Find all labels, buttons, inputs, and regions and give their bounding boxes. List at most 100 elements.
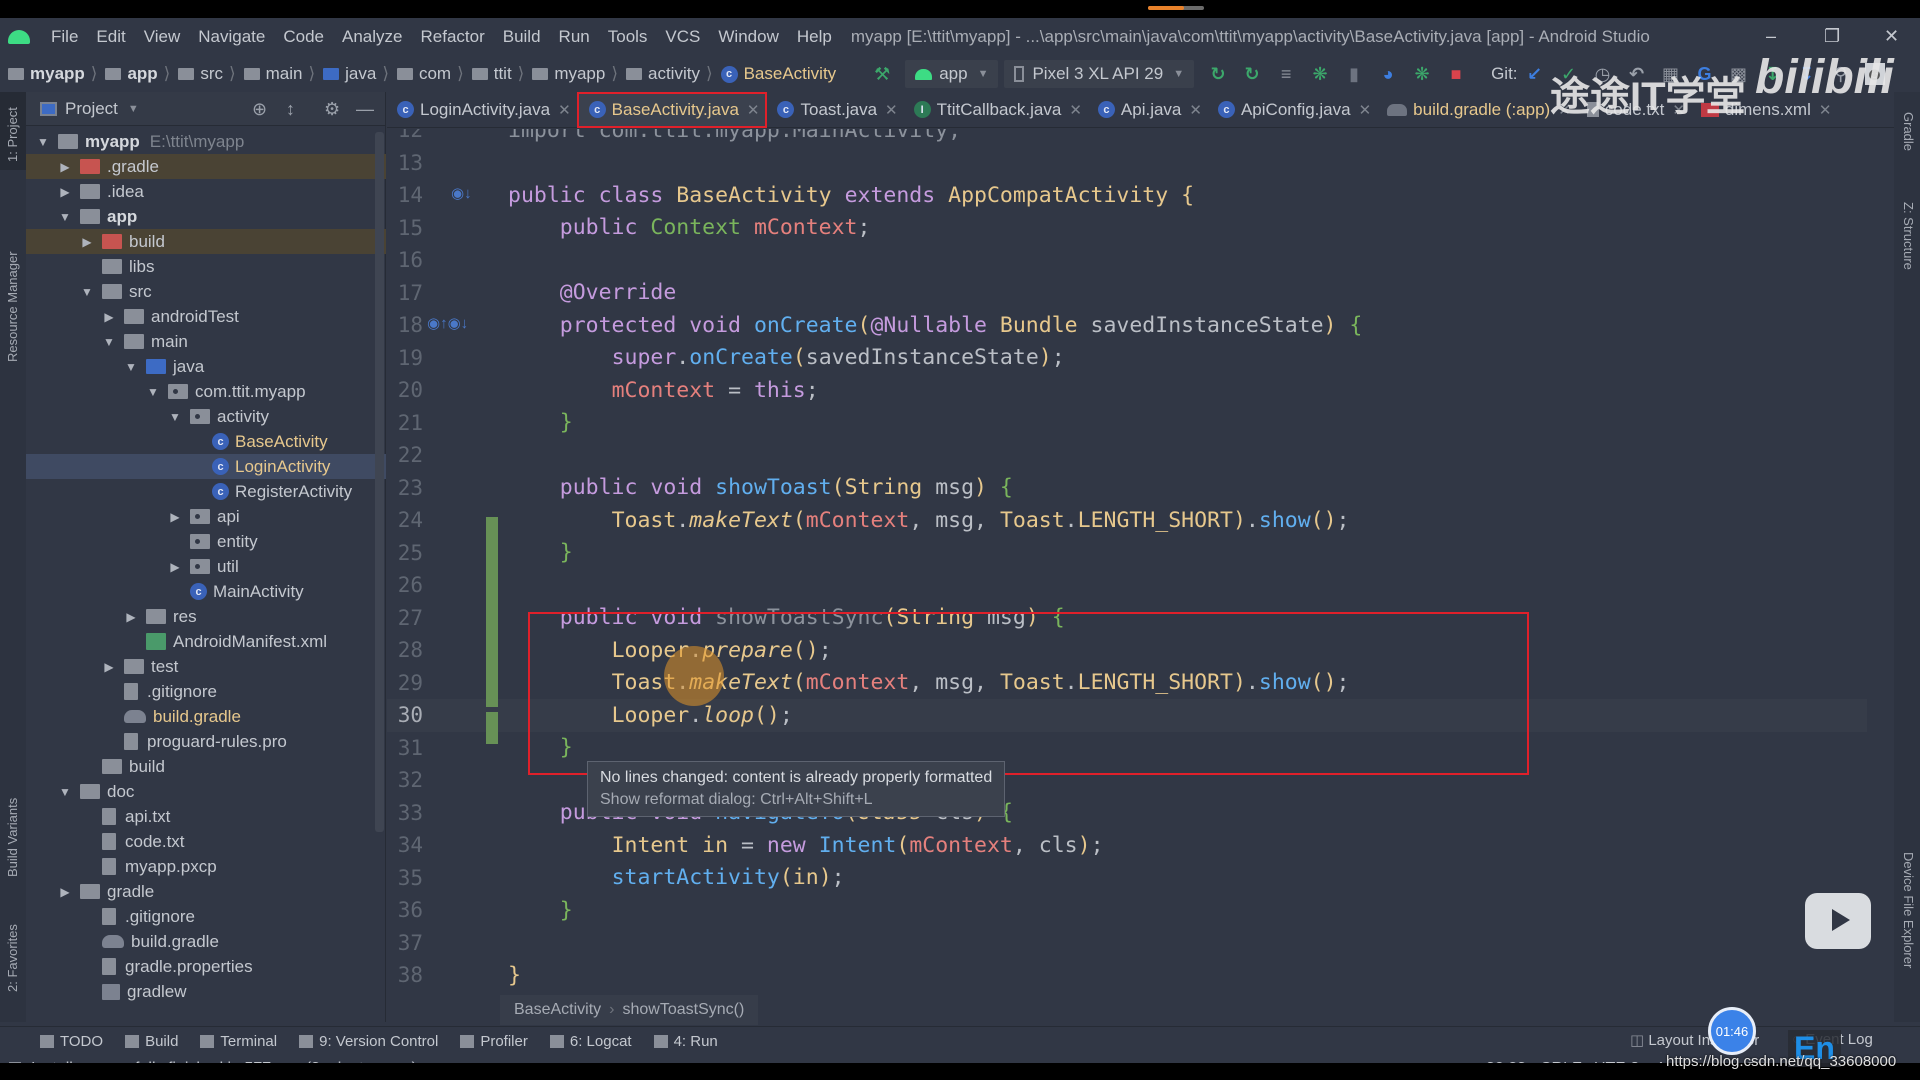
- code-line[interactable]: 24 Toast.makeText(mContext, msg, Toast.L…: [387, 504, 1867, 537]
- git-update-icon[interactable]: ↙: [1525, 64, 1545, 84]
- line-number[interactable]: 30: [387, 703, 423, 727]
- menu-analyze[interactable]: Analyze: [333, 27, 411, 47]
- editor-tab[interactable]: c Api.java ✕: [1088, 92, 1208, 128]
- tool-window-build[interactable]: Build: [125, 1033, 178, 1050]
- project-tool-label[interactable]: 1: Project: [5, 107, 20, 162]
- menu-build[interactable]: Build: [494, 27, 550, 47]
- line-number[interactable]: 15: [387, 216, 423, 240]
- tree-item[interactable]: c RegisterActivity: [26, 479, 386, 504]
- tree-item[interactable]: ▶ .idea: [26, 179, 386, 204]
- line-number[interactable]: 13: [387, 151, 423, 175]
- line-number[interactable]: 18: [387, 313, 423, 337]
- project-scrollbar[interactable]: [375, 132, 384, 832]
- code-editor[interactable]: 12 import com.ttit.myapp.MainActivity; 13 1…: [387, 129, 1867, 999]
- expand-arrow-icon[interactable]: ▶: [168, 510, 182, 524]
- tree-item[interactable]: ▶ api: [26, 504, 386, 529]
- tree-item[interactable]: ▶ build: [26, 229, 386, 254]
- expand-arrow-icon[interactable]: ▶: [58, 885, 72, 899]
- code-line[interactable]: 37: [387, 927, 1867, 960]
- menu-navigate[interactable]: Navigate: [189, 27, 274, 47]
- tree-item[interactable]: ▼ main: [26, 329, 386, 354]
- hide-panel-icon[interactable]: —: [356, 99, 374, 120]
- close-tab-icon[interactable]: ✕: [885, 101, 898, 119]
- line-number[interactable]: 28: [387, 638, 423, 662]
- tree-item[interactable]: build.gradle: [26, 929, 386, 954]
- line-number[interactable]: 25: [387, 541, 423, 565]
- expand-arrow-icon[interactable]: ▼: [58, 785, 72, 799]
- editor-tab[interactable]: c LoginActivity.java ✕: [387, 92, 577, 128]
- close-tab-icon[interactable]: ✕: [1189, 101, 1202, 119]
- tree-item[interactable]: ▶ gradle: [26, 879, 386, 904]
- line-number[interactable]: 26: [387, 573, 423, 597]
- line-number[interactable]: 29: [387, 671, 423, 695]
- expand-arrow-icon[interactable]: ▼: [168, 410, 182, 424]
- code-line[interactable]: 38}: [387, 959, 1867, 992]
- line-number[interactable]: 33: [387, 801, 423, 825]
- make-project-hammer-icon[interactable]: ⚒: [872, 64, 892, 84]
- code-line[interactable]: 30 Looper.loop();: [387, 699, 1867, 732]
- expand-arrow-icon[interactable]: ▼: [102, 335, 116, 349]
- line-number[interactable]: 22: [387, 443, 423, 467]
- line-number[interactable]: 14: [387, 183, 423, 207]
- tree-item[interactable]: ▶ .gradle: [26, 154, 386, 179]
- code-line[interactable]: 16: [387, 244, 1867, 277]
- expand-arrow-icon[interactable]: ▼: [146, 385, 160, 399]
- line-number[interactable]: 34: [387, 833, 423, 857]
- tree-item[interactable]: gradle.properties: [26, 954, 386, 979]
- tool-window-todo[interactable]: TODO: [40, 1033, 103, 1050]
- expand-arrow-icon[interactable]: ▼: [124, 360, 138, 374]
- menu-refactor[interactable]: Refactor: [411, 27, 493, 47]
- line-number[interactable]: 37: [387, 931, 423, 955]
- line-number[interactable]: 21: [387, 411, 423, 435]
- code-line[interactable]: 22: [387, 439, 1867, 472]
- code-line[interactable]: 13: [387, 147, 1867, 180]
- breadcrumb-item[interactable]: com ⟩: [389, 64, 464, 84]
- breadcrumb-item[interactable]: activity ⟩: [618, 64, 713, 84]
- expand-arrow-icon[interactable]: ▶: [58, 160, 72, 174]
- line-number[interactable]: 24: [387, 508, 423, 532]
- code-line[interactable]: 17 @Override: [387, 277, 1867, 310]
- expand-arrow-icon[interactable]: ▼: [58, 210, 72, 224]
- line-number[interactable]: 27: [387, 606, 423, 630]
- menu-file[interactable]: File: [42, 27, 87, 47]
- breadcrumb-item[interactable]: main ⟩: [236, 64, 315, 84]
- expand-arrow-icon[interactable]: ▶: [102, 310, 116, 324]
- breadcrumb-item[interactable]: src ⟩: [170, 64, 236, 84]
- menu-view[interactable]: View: [135, 27, 190, 47]
- breadcrumb-item[interactable]: myapp ⟩: [524, 64, 618, 84]
- menu-window[interactable]: Window: [709, 27, 787, 47]
- locate-file-icon[interactable]: ⊕: [252, 99, 267, 120]
- tree-item[interactable]: proguard-rules.pro: [26, 729, 386, 754]
- device-file-explorer-tool-label[interactable]: Device File Explorer: [1901, 852, 1916, 968]
- favorites-tool-label[interactable]: 2: Favorites: [5, 924, 20, 992]
- line-number[interactable]: 23: [387, 476, 423, 500]
- editor-tab[interactable]: c Toast.java ✕: [767, 92, 903, 128]
- tree-item[interactable]: c LoginActivity: [26, 454, 386, 479]
- menu-help[interactable]: Help: [788, 27, 841, 47]
- breadcrumb-item[interactable]: ttit ⟩: [464, 64, 524, 84]
- tree-item[interactable]: .gitignore: [26, 904, 386, 929]
- coverage-icon[interactable]: ▮: [1344, 64, 1364, 84]
- breadcrumb-item[interactable]: java ⟩: [315, 64, 389, 84]
- override-icon[interactable]: ◉↑◉↓: [427, 314, 468, 332]
- tree-item[interactable]: .gitignore: [26, 679, 386, 704]
- tree-item[interactable]: api.txt: [26, 804, 386, 829]
- collapse-all-icon[interactable]: ↕: [286, 99, 295, 120]
- tree-item[interactable]: libs: [26, 254, 386, 279]
- tree-item[interactable]: ▶ test: [26, 654, 386, 679]
- run-config-select[interactable]: app ▼: [905, 60, 999, 88]
- code-line[interactable]: 25 }: [387, 537, 1867, 570]
- expand-arrow-icon[interactable]: ▶: [58, 185, 72, 199]
- tool-window-terminal[interactable]: Terminal: [200, 1033, 277, 1050]
- build-variants-tool-label[interactable]: Build Variants: [5, 798, 20, 877]
- project-tool-button[interactable]: 1: Project: [0, 92, 26, 170]
- tool-window-logcat[interactable]: 6: Logcat: [549, 1033, 632, 1050]
- breadcrumb-method[interactable]: showToastSync(): [622, 1001, 744, 1019]
- tree-item[interactable]: build.gradle: [26, 704, 386, 729]
- tree-item[interactable]: gradlew: [26, 979, 386, 1004]
- breadcrumb-item[interactable]: myapp ⟩: [0, 64, 97, 84]
- gradle-tool-label[interactable]: Gradle: [1901, 112, 1916, 151]
- tree-item[interactable]: ▶ androidTest: [26, 304, 386, 329]
- tree-item[interactable]: c BaseActivity: [26, 429, 386, 454]
- menu-edit[interactable]: Edit: [87, 27, 134, 47]
